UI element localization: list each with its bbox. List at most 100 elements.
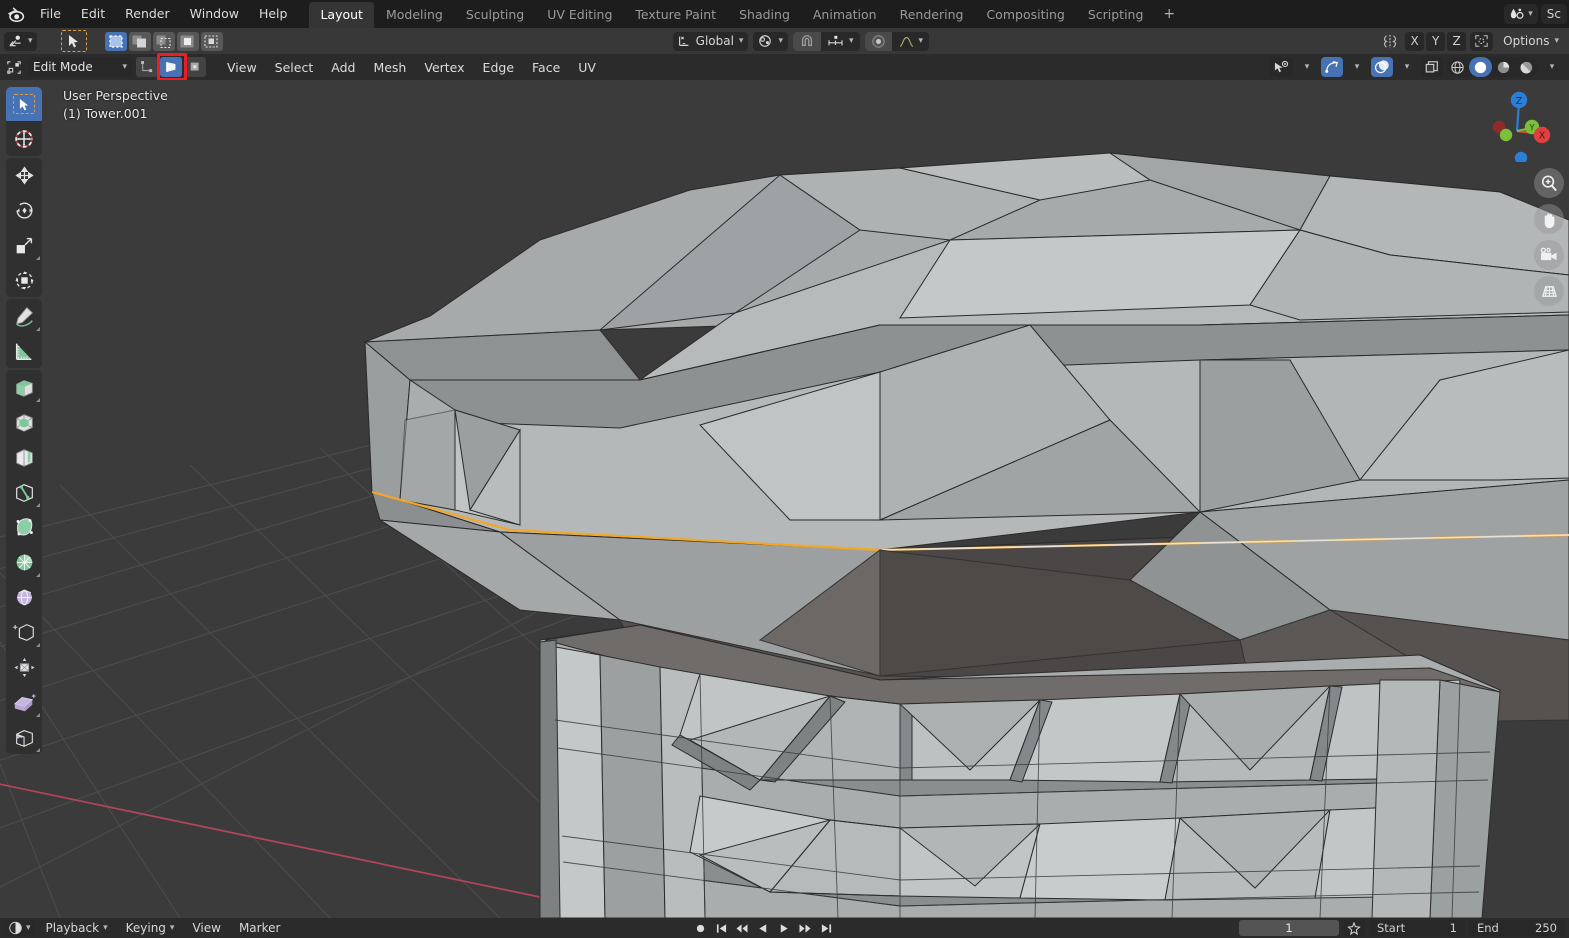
chevron-down-icon[interactable]: ▾ bbox=[1550, 63, 1555, 72]
shading-dropdown[interactable]: ▾ bbox=[1541, 57, 1563, 77]
move-tool[interactable] bbox=[6, 158, 42, 192]
snap-target-dropdown[interactable]: ▾ bbox=[821, 32, 860, 51]
cursor-tool[interactable] bbox=[6, 122, 42, 156]
viewport-menu-view[interactable]: View bbox=[218, 57, 266, 78]
viewport-menu-select[interactable]: Select bbox=[266, 57, 323, 78]
select-intersect-button[interactable] bbox=[201, 32, 223, 51]
spin-tool[interactable] bbox=[6, 580, 42, 614]
viewport-menu-vertex[interactable]: Vertex bbox=[415, 57, 473, 78]
bevel-tool[interactable] bbox=[6, 440, 42, 474]
transform-tool[interactable] bbox=[6, 263, 42, 297]
extrude-region-tool[interactable] bbox=[6, 370, 42, 404]
blender-logo-icon[interactable] bbox=[0, 0, 30, 28]
viewport-menu-face[interactable]: Face bbox=[523, 57, 569, 78]
navigation-gizmo[interactable]: Z Y X bbox=[1479, 86, 1555, 162]
falloff-type-dropdown[interactable]: ▾ bbox=[892, 32, 930, 51]
proportional-edit-toggle[interactable] bbox=[865, 32, 892, 51]
tab-shading[interactable]: Shading bbox=[728, 2, 801, 28]
face-select-mode-button[interactable] bbox=[184, 57, 206, 77]
overlays-dropdown[interactable]: ▾ bbox=[1396, 57, 1418, 77]
timeline-menu-playback[interactable]: Playback ▾ bbox=[39, 919, 115, 937]
tab-modeling[interactable]: Modeling bbox=[375, 2, 454, 28]
select-invert-button[interactable] bbox=[177, 32, 199, 51]
camera-view-icon[interactable] bbox=[1534, 240, 1564, 270]
jump-to-end-button[interactable] bbox=[817, 920, 836, 936]
tab-compositing[interactable]: Compositing bbox=[975, 2, 1075, 28]
viewport-menu-uv[interactable]: UV bbox=[569, 57, 605, 78]
chevron-down-icon[interactable]: ▾ bbox=[170, 924, 175, 933]
chevron-down-icon[interactable]: ▾ bbox=[1305, 63, 1310, 72]
pivot-point-dropdown[interactable]: ▾ bbox=[753, 32, 788, 51]
auto-keying-button[interactable] bbox=[1343, 920, 1365, 936]
transform-orientation-dropdown[interactable]: Global ▾ bbox=[673, 32, 749, 51]
viewport-3d[interactable]: User Perspective (1) Tower.001 bbox=[0, 80, 1569, 918]
timeline-menu-view[interactable]: View bbox=[185, 919, 227, 937]
rip-region-tool[interactable] bbox=[6, 720, 42, 754]
wireframe-shading-button[interactable] bbox=[1446, 57, 1469, 77]
loop-cut-tool[interactable] bbox=[6, 475, 42, 509]
viewport-menu-edge[interactable]: Edge bbox=[474, 57, 523, 78]
menu-help[interactable]: Help bbox=[249, 3, 298, 25]
toggle-xray-button[interactable] bbox=[1421, 57, 1443, 77]
timeline-menu-marker[interactable]: Marker bbox=[232, 919, 287, 937]
edge-slide-tool[interactable] bbox=[6, 650, 42, 684]
add-workspace-button[interactable]: + bbox=[1155, 2, 1183, 28]
vertex-select-mode-button[interactable] bbox=[136, 57, 158, 77]
menu-render[interactable]: Render bbox=[115, 3, 180, 25]
menu-window[interactable]: Window bbox=[180, 3, 249, 25]
chevron-down-icon[interactable]: ▾ bbox=[849, 37, 854, 46]
options-dropdown[interactable]: Options ▾ bbox=[1497, 32, 1565, 51]
scene-name-field[interactable]: Sc bbox=[1541, 4, 1567, 24]
zoom-view-icon[interactable] bbox=[1534, 168, 1564, 198]
tab-rendering[interactable]: Rendering bbox=[889, 2, 975, 28]
jump-to-prev-keyframe-button[interactable] bbox=[733, 920, 752, 936]
shrink-fatten-tool[interactable] bbox=[6, 685, 42, 719]
chevron-down-icon[interactable]: ▾ bbox=[103, 924, 108, 933]
tab-scripting[interactable]: Scripting bbox=[1077, 2, 1155, 28]
select-subtract-button[interactable] bbox=[153, 32, 175, 51]
viewport-menu-mesh[interactable]: Mesh bbox=[364, 57, 415, 78]
chevron-down-icon[interactable]: ▾ bbox=[739, 37, 744, 46]
current-frame-field[interactable]: 1 bbox=[1239, 920, 1339, 936]
end-frame-field[interactable]: End 250 bbox=[1469, 920, 1565, 936]
chevron-down-icon[interactable]: ▾ bbox=[122, 63, 127, 72]
select-extend-button[interactable] bbox=[129, 32, 151, 51]
chevron-down-icon[interactable]: ▾ bbox=[1554, 37, 1559, 46]
solid-shading-button[interactable] bbox=[1469, 57, 1492, 77]
viewport-menu-add[interactable]: Add bbox=[322, 57, 364, 78]
play-button[interactable] bbox=[775, 920, 794, 936]
select-set-button[interactable] bbox=[105, 32, 127, 51]
tab-uv-editing[interactable]: UV Editing bbox=[536, 2, 623, 28]
mirror-y-button[interactable]: Y bbox=[1426, 32, 1445, 51]
chevron-down-icon[interactable]: ▾ bbox=[919, 37, 924, 46]
tab-animation[interactable]: Animation bbox=[802, 2, 888, 28]
rendered-shading-button[interactable] bbox=[1515, 57, 1538, 77]
menu-edit[interactable]: Edit bbox=[71, 3, 115, 25]
snap-magnet-toggle[interactable] bbox=[793, 32, 821, 51]
record-keyframe-button[interactable] bbox=[691, 920, 710, 936]
visibility-dropdown[interactable]: ▾ bbox=[1296, 57, 1318, 77]
mode-selector-dropdown[interactable]: Edit Mode ▾ bbox=[28, 57, 132, 77]
timeline-editor-type-button[interactable]: ▾ bbox=[4, 920, 35, 936]
scale-tool[interactable] bbox=[6, 228, 42, 262]
gizmo-dropdown[interactable]: ▾ bbox=[1346, 57, 1368, 77]
tab-texture-paint[interactable]: Texture Paint bbox=[624, 2, 727, 28]
play-reverse-button[interactable] bbox=[754, 920, 773, 936]
tweak-tool[interactable] bbox=[6, 87, 42, 121]
knife-tool[interactable] bbox=[6, 510, 42, 544]
rotate-tool[interactable] bbox=[6, 193, 42, 227]
chevron-down-icon[interactable]: ▾ bbox=[778, 37, 783, 46]
overlays-toggle-button[interactable] bbox=[1371, 57, 1393, 77]
editor-type-button[interactable] bbox=[4, 58, 24, 77]
object-visibility-button[interactable] bbox=[1270, 57, 1293, 77]
inset-faces-tool[interactable] bbox=[6, 405, 42, 439]
active-tool-button[interactable]: ▾ bbox=[4, 32, 37, 51]
timeline-menu-keying[interactable]: Keying ▾ bbox=[119, 919, 182, 937]
chevron-down-icon[interactable]: ▾ bbox=[1405, 63, 1410, 72]
annotate-tool[interactable] bbox=[6, 299, 42, 333]
jump-to-start-button[interactable] bbox=[712, 920, 731, 936]
chevron-down-icon[interactable]: ▾ bbox=[1355, 63, 1360, 72]
pan-view-icon[interactable] bbox=[1534, 204, 1564, 234]
smooth-tool[interactable] bbox=[6, 615, 42, 649]
chevron-down-icon[interactable]: ▾ bbox=[26, 924, 31, 933]
